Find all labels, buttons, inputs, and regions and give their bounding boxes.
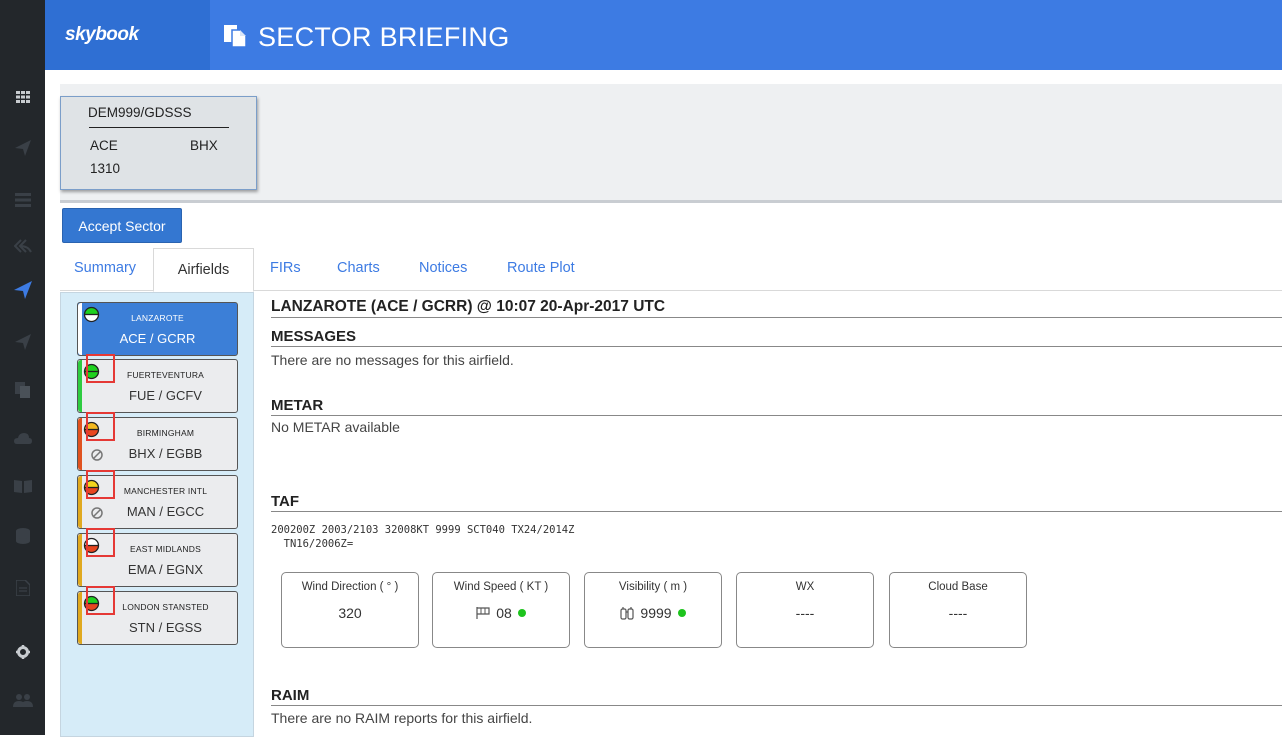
airfield-card-fue[interactable]: FUERTEVENTURA FUE / GCFV bbox=[77, 354, 238, 413]
cloud-base-label: Cloud Base bbox=[928, 581, 988, 593]
airfield-code: ACE / GCRR bbox=[119, 331, 196, 346]
airfield-list: LANZAROTE ACE / GCRR FUERTEVENTURA FUE /… bbox=[60, 292, 254, 737]
wind-speed-label: Wind Speed ( KT ) bbox=[453, 581, 549, 593]
status-accent bbox=[78, 534, 82, 586]
wind-speed-number: 08 bbox=[496, 605, 512, 621]
status-accent bbox=[78, 476, 82, 528]
wind-direction-value: 320 bbox=[282, 605, 418, 621]
document-icon[interactable] bbox=[0, 566, 45, 610]
taf-line-2: TN16/2006Z= bbox=[271, 538, 354, 550]
visibility-number: 9999 bbox=[640, 605, 672, 621]
status-ok-icon bbox=[677, 609, 686, 617]
visibility-label: Visibility ( m ) bbox=[618, 581, 688, 593]
grid-icon[interactable] bbox=[0, 75, 45, 119]
airfield-name: LANZAROTE bbox=[131, 313, 184, 323]
status-accent bbox=[78, 303, 82, 355]
icon-rail bbox=[0, 0, 45, 735]
airfield-card-bhx[interactable]: BIRMINGHAM BHX / EGBB bbox=[77, 412, 238, 471]
status-ok-icon bbox=[517, 609, 526, 617]
wind-direction-label: Wind Direction ( ° ) bbox=[301, 581, 399, 593]
wx-label: WX bbox=[795, 581, 815, 593]
cloud-base-value: ---- bbox=[890, 605, 1026, 621]
tab-charts[interactable]: Charts bbox=[337, 260, 380, 276]
raim-title: RAIM bbox=[271, 687, 1282, 706]
raim-text: There are no RAIM reports for this airfi… bbox=[271, 710, 533, 726]
taf-title: TAF bbox=[271, 493, 1282, 512]
plane-icon[interactable] bbox=[0, 126, 45, 170]
title-bar: SECTOR BRIEFING bbox=[210, 0, 1282, 70]
accept-sector-button[interactable]: Accept Sector bbox=[62, 208, 182, 243]
airfield-code: FUE / GCFV bbox=[129, 388, 202, 403]
airfield-code: MAN / EGCC bbox=[126, 504, 205, 519]
airfield-card-ace[interactable]: LANZAROTE ACE / GCRR bbox=[77, 302, 238, 356]
briefing-icon bbox=[223, 24, 247, 53]
plane-active-icon[interactable] bbox=[0, 268, 45, 312]
tab-bar: Summary Airfields FIRs Charts Notices Ro… bbox=[60, 248, 1282, 292]
airfield-card-man[interactable]: MANCHESTER INTL MAN / EGCC bbox=[77, 470, 238, 529]
destination-code: BHX bbox=[190, 138, 218, 153]
copy-icon[interactable] bbox=[0, 368, 45, 412]
sector-card[interactable]: DEM999/GDSSS ACE BHX 1310 bbox=[60, 96, 257, 190]
sector-divider bbox=[89, 127, 229, 128]
airfield-name: EAST MIDLANDS bbox=[130, 544, 201, 554]
tab-notices[interactable]: Notices bbox=[419, 260, 467, 276]
page-title: SECTOR BRIEFING bbox=[258, 22, 510, 52]
brand-logo[interactable]: skybook bbox=[45, 0, 210, 70]
wind-speed-value: 08 bbox=[433, 605, 569, 621]
tab-route-plot[interactable]: Route Plot bbox=[507, 260, 575, 276]
header-divider bbox=[271, 317, 1282, 318]
visibility-box: Visibility ( m ) 9999 bbox=[584, 572, 722, 648]
database-icon[interactable] bbox=[0, 514, 45, 558]
windsock-icon bbox=[476, 607, 490, 619]
top-bar: skybook SECTOR BRIEFING bbox=[45, 0, 1282, 70]
status-accent bbox=[78, 360, 82, 412]
airfield-name: BIRMINGHAM bbox=[136, 428, 195, 438]
airfield-name: LONDON STANSTED bbox=[122, 602, 209, 612]
airfield-name: FUERTEVENTURA bbox=[126, 370, 205, 380]
messages-title: MESSAGES bbox=[271, 328, 1282, 347]
metar-text: No METAR available bbox=[271, 419, 400, 435]
status-accent bbox=[78, 592, 82, 644]
cloud-base-box: Cloud Base ---- bbox=[889, 572, 1027, 648]
plane-icon[interactable] bbox=[0, 320, 45, 364]
status-accent bbox=[78, 418, 82, 470]
wind-direction-number: 320 bbox=[338, 605, 362, 621]
binoculars-icon bbox=[620, 607, 635, 620]
brand-text: skybook bbox=[65, 24, 139, 45]
wx-box: WX ---- bbox=[736, 572, 874, 648]
wx-number: ---- bbox=[795, 605, 815, 621]
users-icon[interactable] bbox=[0, 678, 45, 722]
weather-icon[interactable] bbox=[0, 416, 45, 460]
airfield-card-stn[interactable]: LONDON STANSTED STN / EGSS bbox=[77, 586, 238, 645]
origin-code: ACE bbox=[90, 138, 118, 153]
airfield-name: MANCHESTER INTL bbox=[123, 486, 208, 496]
airfield-header: LANZAROTE (ACE / GCRR) @ 10:07 20-Apr-20… bbox=[271, 298, 666, 315]
airfield-code: BHX / EGBB bbox=[128, 446, 203, 461]
cloud-base-number: ---- bbox=[948, 605, 968, 621]
airfield-code: STN / EGSS bbox=[129, 620, 202, 635]
wind-direction-box: Wind Direction ( ° ) 320 bbox=[281, 572, 419, 648]
main-content: DEM999/GDSSS ACE BHX 1310 Accept Sector … bbox=[45, 70, 1282, 737]
taf-line-1: 200200Z 2003/2103 32008KT 9999 SCT040 TX… bbox=[271, 524, 575, 536]
messages-text: There are no messages for this airfield. bbox=[271, 352, 514, 368]
wx-value: ---- bbox=[737, 605, 873, 621]
reply-all-icon[interactable] bbox=[0, 224, 45, 268]
tab-summary[interactable]: Summary bbox=[74, 260, 136, 276]
visibility-value: 9999 bbox=[585, 605, 721, 621]
gear-icon[interactable] bbox=[0, 630, 45, 674]
flight-number: DEM999/GDSSS bbox=[88, 105, 192, 120]
departure-time: 1310 bbox=[90, 161, 121, 176]
book-icon[interactable] bbox=[0, 464, 45, 508]
tab-firs[interactable]: FIRs bbox=[270, 260, 301, 276]
list-icon[interactable] bbox=[0, 178, 45, 222]
tab-airfields[interactable]: Airfields bbox=[153, 248, 254, 292]
airfield-card-ema[interactable]: EAST MIDLANDS EMA / EGNX bbox=[77, 528, 238, 587]
airfield-code: EMA / EGNX bbox=[127, 562, 204, 577]
wind-speed-box: Wind Speed ( KT ) 08 bbox=[432, 572, 570, 648]
metar-title: METAR bbox=[271, 397, 1282, 416]
